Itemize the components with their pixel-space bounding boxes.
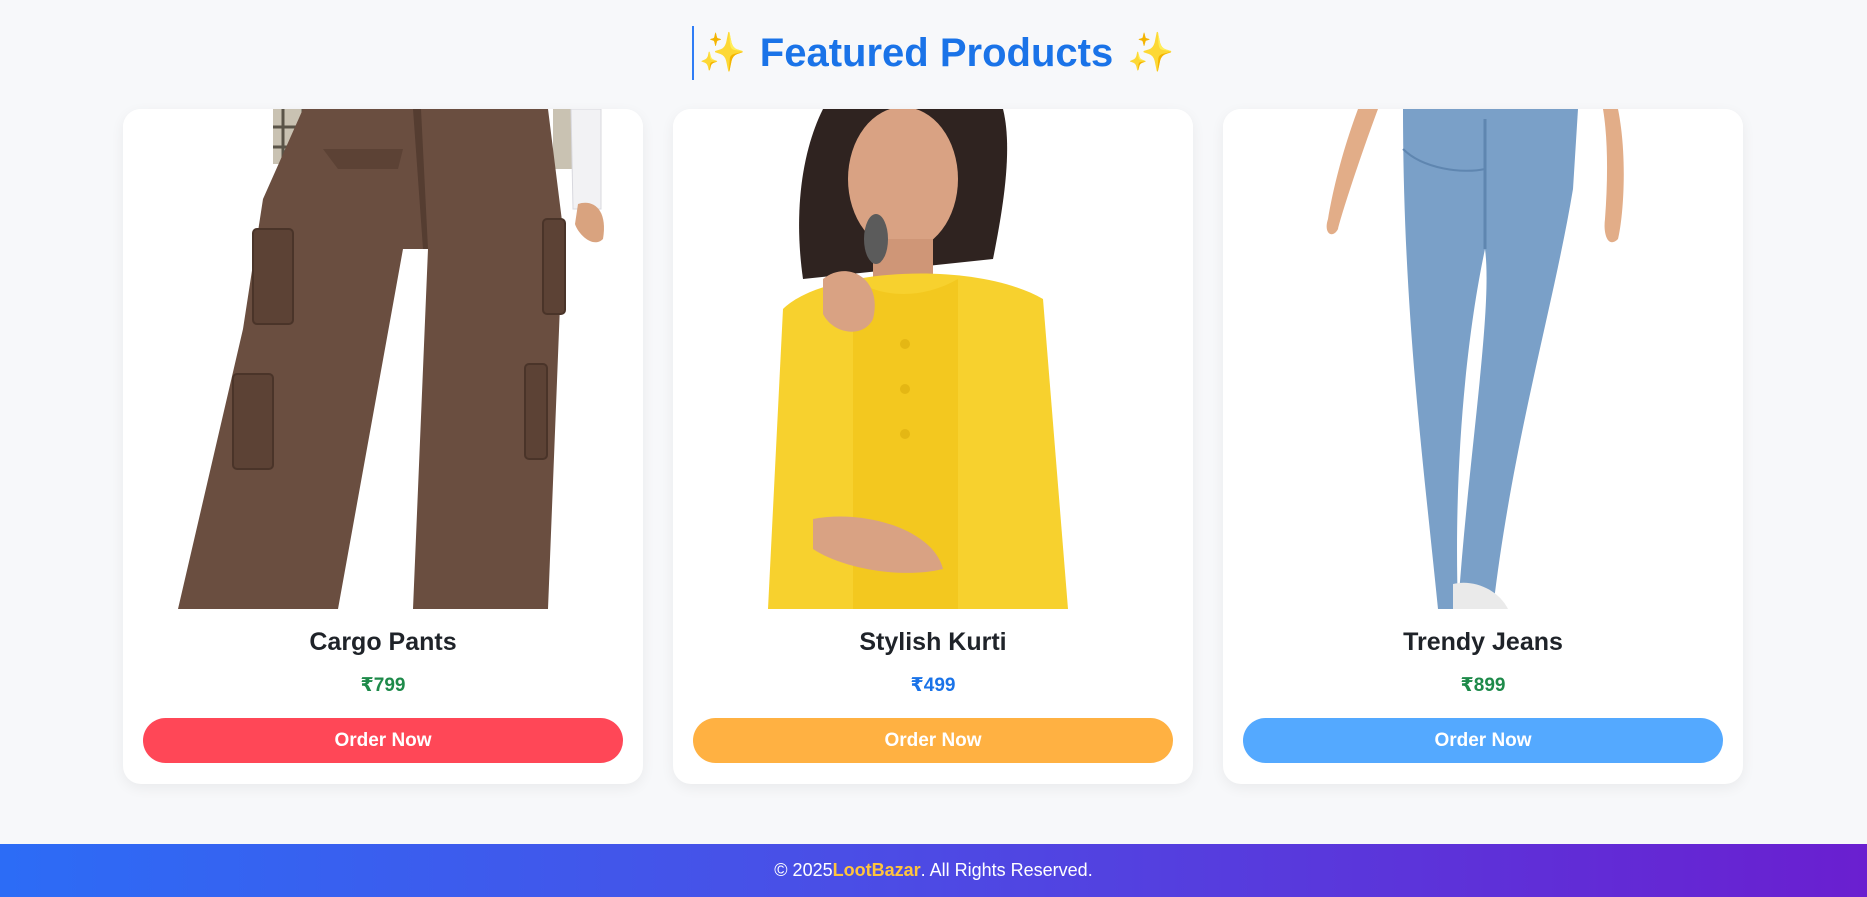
brand-name: LootBazar <box>832 860 921 880</box>
product-name: Trendy Jeans <box>1403 628 1563 656</box>
cargo-pants-photo <box>123 109 643 609</box>
product-card: Stylish Kurti ₹499 Order Now <box>673 109 1193 784</box>
product-price: ₹499 <box>910 675 956 696</box>
product-price: ₹899 <box>1460 675 1506 696</box>
copyright-suffix: . All Rights Reserved. <box>920 860 1093 880</box>
site-footer: © 2025 LootBazar. All Rights Reserved. <box>0 844 1867 897</box>
title-wrap: ✨ Featured Products ✨ <box>692 26 1175 80</box>
order-now-button[interactable]: Order Now <box>1243 718 1723 763</box>
order-now-button[interactable]: Order Now <box>143 718 623 763</box>
page-title: Featured Products <box>759 30 1114 75</box>
yellow-kurti-photo <box>673 109 1193 609</box>
order-now-button[interactable]: Order Now <box>693 718 1173 763</box>
section-header: ✨ Featured Products ✨ <box>0 26 1867 80</box>
product-image <box>673 109 1193 609</box>
product-name: Cargo Pants <box>309 628 457 656</box>
sparkle-icon: ✨ <box>1127 32 1175 74</box>
product-name: Stylish Kurti <box>859 628 1007 656</box>
product-image <box>1223 109 1743 609</box>
product-grid: Cargo Pants ₹799 Order Now Stylish Kurti… <box>123 109 1743 784</box>
copyright-prefix: © 2025 <box>774 860 833 880</box>
sparkle-icon: ✨ <box>698 32 746 74</box>
product-card: Cargo Pants ₹799 Order Now <box>123 109 643 784</box>
product-price: ₹799 <box>360 675 406 696</box>
product-image <box>123 109 643 609</box>
blue-jeans-photo <box>1223 109 1743 609</box>
product-card: Trendy Jeans ₹899 Order Now <box>1223 109 1743 784</box>
